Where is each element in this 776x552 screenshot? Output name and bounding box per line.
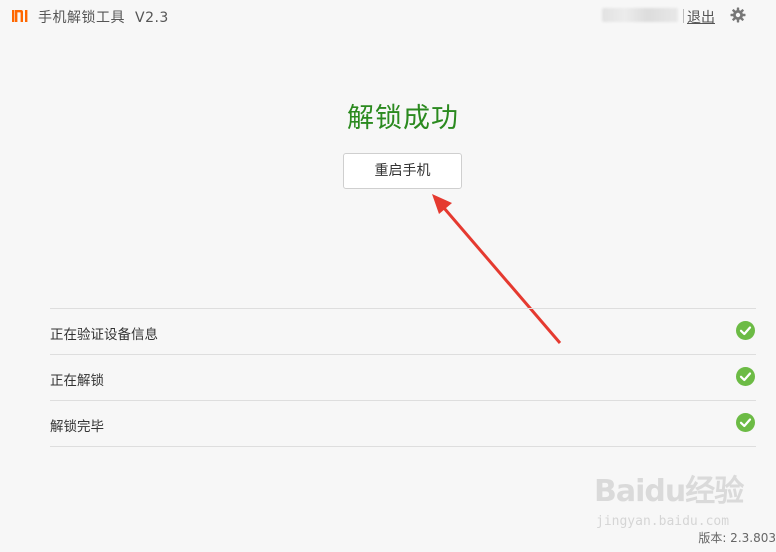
version-label: 版本: 2.3.803 [698, 531, 776, 545]
status-title: 解锁成功 [347, 103, 459, 134]
step-label: 正在解锁 [50, 373, 104, 389]
annotation-arrow [432, 194, 562, 344]
watermark-url: jingyan.baidu.com [596, 514, 730, 529]
baidu-watermark: Baidu经验 jingyan.baidu.com [594, 466, 744, 536]
gear-icon[interactable] [730, 7, 746, 23]
step-label: 解锁完毕 [50, 419, 104, 435]
check-circle-icon [736, 367, 755, 386]
step-label: 正在验证设备信息 [50, 327, 158, 343]
divider [683, 9, 684, 23]
app-title: 手机解锁工具 V2.3 [38, 7, 169, 27]
check-circle-icon [736, 413, 755, 432]
app-name: 手机解锁工具 [38, 10, 125, 26]
step-row: 正在解锁 [50, 355, 756, 401]
mi-logo-icon [12, 10, 28, 22]
logout-link[interactable]: 退出 [687, 7, 715, 27]
reboot-phone-button[interactable]: 重启手机 [343, 153, 462, 189]
step-row: 正在验证设备信息 [50, 309, 756, 355]
app-version: V2.3 [135, 10, 169, 26]
title-bar: 手机解锁工具 V2.3 退出 [0, 0, 776, 32]
step-row: 解锁完毕 [50, 401, 756, 447]
check-circle-icon [736, 321, 755, 340]
user-account-blurred [602, 8, 678, 22]
progress-steps: 正在验证设备信息 正在解锁 解锁完毕 [50, 308, 756, 447]
watermark-brand: Baidu经验 [594, 474, 744, 509]
